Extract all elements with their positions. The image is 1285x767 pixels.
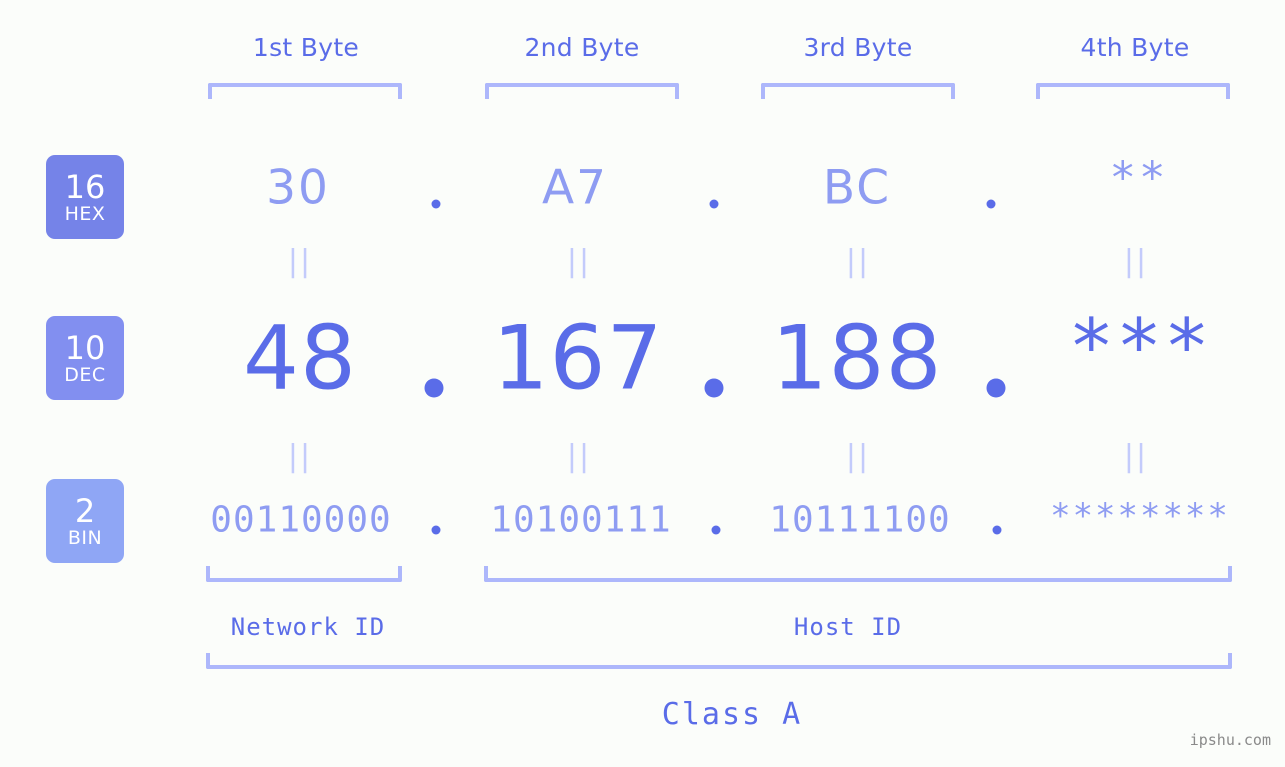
hex-byte-1: 30 [266, 160, 330, 216]
dec-separator-3 [986, 378, 1006, 398]
dec-byte-4: *** [1068, 301, 1212, 391]
base-badge-hex-number: 16 [64, 167, 106, 206]
base-badge-hex-name: HEX [64, 202, 106, 225]
byte-bracket-1 [208, 83, 402, 99]
hex-separator-3 [986, 199, 996, 209]
byte-bracket-4 [1036, 83, 1230, 99]
dec-byte-1: 48 [243, 306, 357, 410]
bin-byte-3: 10111100 [769, 499, 951, 541]
base-badge-dec: 10 DEC [46, 316, 124, 400]
host-id-label: Host ID [793, 613, 903, 641]
ip-breakdown-diagram: 1st Byte 2nd Byte 3rd Byte 4th Byte 16 H… [0, 0, 1285, 767]
watermark: ipshu.com [1189, 731, 1271, 749]
base-badge-bin-name: BIN [67, 526, 103, 549]
byte-header-3: 3rd Byte [803, 33, 913, 62]
bin-separator-3 [992, 525, 1002, 535]
byte-header-4: 4th Byte [1080, 33, 1190, 62]
equals-connector-hex-dec-2: || [566, 244, 592, 279]
hex-separator-2 [709, 199, 719, 209]
byte-header-1: 1st Byte [252, 33, 360, 62]
equals-connector-hex-dec-3: || [845, 244, 871, 279]
network-id-label: Network ID [230, 613, 386, 641]
base-badge-bin-number: 2 [74, 491, 96, 530]
bin-byte-2: 10100111 [490, 499, 672, 541]
equals-connector-dec-bin-1: || [287, 439, 313, 474]
byte-bracket-3 [761, 83, 955, 99]
bin-separator-2 [711, 525, 721, 535]
hex-byte-4: ** [1109, 152, 1169, 204]
equals-connector-dec-bin-4: || [1123, 439, 1149, 474]
dec-separator-2 [704, 378, 724, 398]
dec-separator-1 [424, 378, 444, 398]
byte-header-2: 2nd Byte [524, 33, 640, 62]
equals-connector-dec-bin-2: || [566, 439, 592, 474]
equals-connector-hex-dec-1: || [287, 244, 313, 279]
bin-byte-1: 00110000 [210, 499, 392, 541]
byte-bracket-2 [485, 83, 679, 99]
class-bracket [206, 653, 1232, 669]
dec-byte-2: 167 [492, 306, 664, 410]
base-badge-hex: 16 HEX [46, 155, 124, 239]
equals-connector-hex-dec-4: || [1123, 244, 1149, 279]
hex-separator-1 [431, 199, 441, 209]
host-id-bracket [484, 566, 1232, 582]
hex-byte-2: A7 [541, 160, 609, 216]
hex-byte-3: BC [822, 160, 892, 216]
equals-connector-dec-bin-3: || [845, 439, 871, 474]
base-badge-bin: 2 BIN [46, 479, 124, 563]
network-id-bracket [206, 566, 402, 582]
base-badge-dec-name: DEC [64, 363, 106, 386]
bin-separator-1 [431, 525, 441, 535]
class-label: Class A [661, 697, 803, 732]
bin-byte-4: ******** [1050, 496, 1230, 536]
base-badge-dec-number: 10 [64, 328, 106, 367]
dec-byte-3: 188 [771, 306, 943, 410]
